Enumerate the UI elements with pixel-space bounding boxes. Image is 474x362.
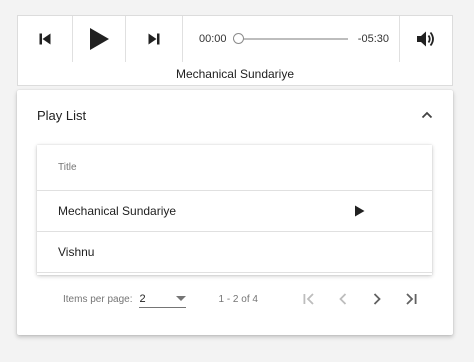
volume-button[interactable] (400, 16, 452, 62)
last-page-button[interactable] (394, 287, 428, 311)
skip-next-icon (148, 33, 160, 45)
previous-page-button[interactable] (326, 287, 360, 311)
playlist-panel: Play List Title Mechanical Sundariye Vis… (17, 90, 453, 335)
items-per-page-label: Items per page: (63, 293, 133, 305)
seek-slider[interactable] (232, 32, 348, 46)
column-header-title: Title (58, 162, 77, 173)
chevron-right-icon (373, 293, 381, 305)
table-row[interactable]: Vishnu (37, 232, 432, 273)
remaining-time: -05:30 (357, 33, 389, 45)
seek-thumb[interactable] (232, 33, 244, 44)
range-label: 1 - 2 of 4 (218, 293, 258, 305)
playlist-title: Play List (37, 107, 87, 123)
chevron-up-icon (421, 111, 433, 119)
playlist-panel-header[interactable]: Play List (17, 90, 453, 140)
items-per-page-select[interactable]: 2 (139, 290, 187, 308)
playlist-table: Title Mechanical Sundariye Vishnu (37, 145, 432, 275)
audio-player: 00:00 -05:30 (17, 15, 453, 63)
table-header-row: Title (37, 145, 432, 191)
seek-track (232, 38, 348, 40)
next-page-button[interactable] (360, 287, 394, 311)
chevron-left-icon (339, 293, 347, 305)
play-icon (354, 205, 364, 217)
play-icon (90, 28, 109, 50)
last-page-icon (406, 293, 417, 305)
page-navigation (292, 287, 428, 311)
row-play-button[interactable] (352, 204, 366, 218)
first-page-button[interactable] (292, 287, 326, 311)
table-row[interactable]: Mechanical Sundariye (37, 191, 432, 232)
paginator: Items per page: 2 1 - 2 of 4 (17, 282, 453, 316)
track-title: Mechanical Sundariye (58, 204, 177, 218)
items-per-page-value: 2 (139, 292, 146, 305)
play-button[interactable] (73, 16, 126, 62)
volume-up-icon (417, 31, 434, 47)
now-playing-title: Mechanical Sundariye (17, 62, 453, 86)
progress-area: 00:00 -05:30 (183, 16, 400, 62)
next-button[interactable] (126, 16, 183, 62)
skip-previous-icon (39, 33, 51, 45)
first-page-icon (303, 293, 314, 305)
track-title: Vishnu (58, 245, 95, 259)
previous-button[interactable] (18, 16, 73, 62)
current-time: 00:00 (199, 33, 227, 45)
dropdown-arrow-icon (176, 295, 187, 301)
